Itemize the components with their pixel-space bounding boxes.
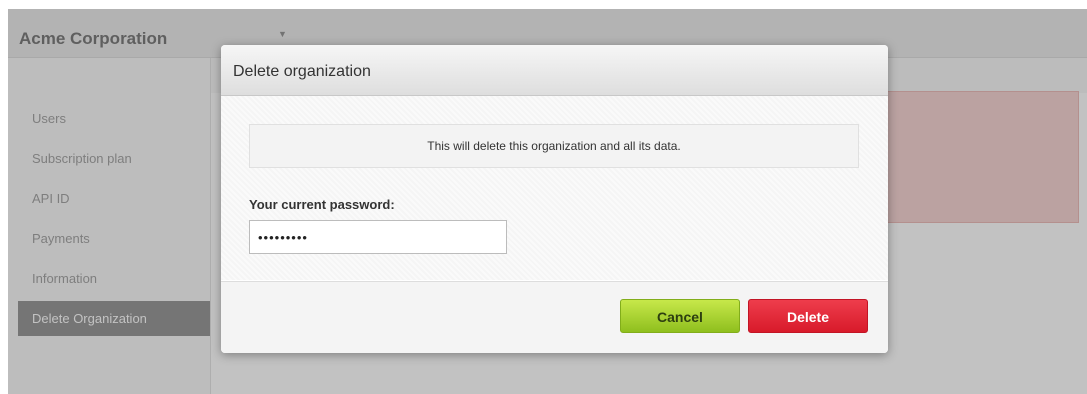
delete-organization-dialog: Delete organization This will delete thi… — [221, 45, 888, 353]
password-field[interactable] — [249, 220, 507, 254]
dialog-header: Delete organization — [221, 45, 888, 96]
cancel-button[interactable]: Cancel — [620, 299, 740, 333]
password-label: Your current password: — [249, 197, 395, 212]
warning-message: This will delete this organization and a… — [249, 124, 859, 168]
dialog-body: This will delete this organization and a… — [221, 96, 888, 280]
dialog-footer: Cancel Delete — [221, 281, 888, 353]
dialog-title: Delete organization — [233, 63, 371, 80]
delete-button[interactable]: Delete — [748, 299, 868, 333]
